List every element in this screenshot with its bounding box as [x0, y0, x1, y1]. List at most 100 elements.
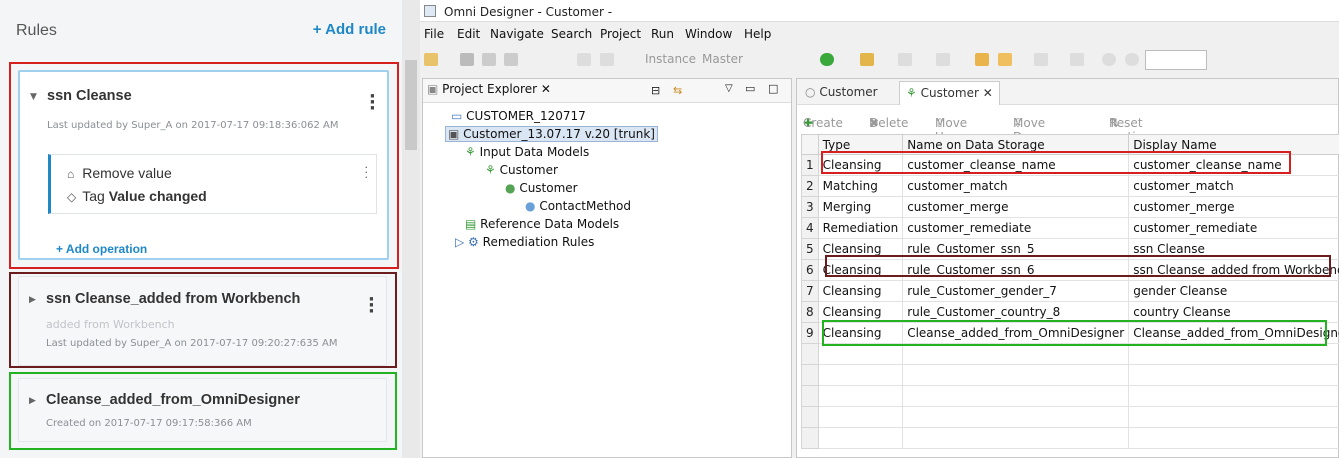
rules-panel: Rules + Add rule ▼ ssn Cleanse · · · Last …: [0, 0, 404, 458]
tree-item-remediation-rules[interactable]: ▷ ⚙ Remediation Rules: [455, 235, 594, 249]
scrollbar-thumb[interactable]: [405, 60, 417, 150]
table-row[interactable]: 2 Matching customer_match customer_match: [801, 175, 1339, 197]
wand-icon[interactable]: [860, 53, 874, 66]
menu-window[interactable]: Window: [685, 27, 732, 41]
run-icon[interactable]: [600, 53, 614, 66]
back-icon[interactable]: [998, 53, 1012, 66]
tree-item-customer-120717[interactable]: ▭ CUSTOMER_120717: [451, 109, 586, 123]
empty-cell: [801, 364, 819, 386]
minimize-icon[interactable]: ▭: [745, 82, 755, 95]
menu-edit[interactable]: Edit: [457, 27, 480, 41]
run-green-icon[interactable]: [820, 53, 834, 66]
highlight-box-brown: [825, 255, 1331, 277]
empty-cell: [801, 343, 819, 365]
window-title: Omni Designer - Customer -: [444, 5, 613, 19]
cell-display[interactable]: customer_remediate: [1128, 217, 1339, 239]
cell-name[interactable]: customer_merge: [902, 196, 1130, 218]
empty-cell: [902, 406, 1130, 428]
prev-annotation-icon[interactable]: [936, 53, 950, 66]
row-number: 9: [801, 322, 819, 344]
save-icon[interactable]: [460, 53, 474, 66]
empty-cell: [817, 406, 904, 428]
collapse-all-icon[interactable]: ⊟: [651, 84, 660, 97]
tab-customer-rules[interactable]: ⚘ Customer ✕: [899, 81, 1000, 105]
add-rule-button[interactable]: + Add rule: [313, 21, 386, 38]
table-row[interactable]: 3 Merging customer_merge customer_merge: [801, 196, 1339, 218]
tree-item-contactmethod[interactable]: ● ContactMethod: [525, 199, 631, 213]
cell-type[interactable]: Remediation: [817, 217, 904, 239]
entity-icon: ●: [505, 181, 516, 195]
menu-project[interactable]: Project: [600, 27, 641, 41]
menu-help[interactable]: Help: [744, 27, 771, 41]
new-icon[interactable]: [424, 53, 438, 66]
table-row[interactable]: 4 Remediation customer_remediate customer_r…: [801, 217, 1339, 239]
cell-name[interactable]: customer_remediate: [902, 217, 1130, 239]
cell-name[interactable]: rule_Customer_gender_7: [902, 280, 1130, 302]
empty-cell: [902, 364, 1130, 386]
highlight-box-green: [822, 320, 1327, 346]
empty-row: [801, 364, 1339, 386]
save-all-icon[interactable]: [482, 53, 496, 66]
row-number: 2: [801, 175, 819, 197]
menu-search[interactable]: Search: [551, 27, 592, 41]
circle-icon: ○: [805, 85, 816, 99]
last-edit-icon[interactable]: [975, 53, 989, 66]
model-icon: ⚘: [906, 86, 917, 100]
print-icon[interactable]: [504, 53, 518, 66]
designer-window: Omni Designer - Customer - File Edit Nav…: [420, 0, 1339, 458]
eraser-icon[interactable]: [577, 53, 591, 66]
empty-row: [801, 406, 1339, 428]
tab-customer[interactable]: ○ Customer: [805, 85, 878, 99]
editor-actions: ✚ Create ✖ Delete ⇧ Move Up ⇩ Move Down …: [803, 116, 1151, 144]
scrollbar[interactable]: [402, 0, 420, 458]
row-number-header: [801, 134, 819, 155]
empty-cell: [1128, 427, 1339, 449]
empty-cell: [1128, 343, 1339, 365]
cell-display[interactable]: customer_merge: [1128, 196, 1339, 218]
zoom-select[interactable]: [1145, 50, 1207, 70]
tree-item-input-data-models[interactable]: ⚘ Input Data Models: [465, 145, 589, 159]
row-number: 1: [801, 154, 819, 176]
instance-button[interactable]: Instance: [645, 52, 696, 66]
row-number: 4: [801, 217, 819, 239]
tree-item-customer-trunk[interactable]: ▣ Customer_13.07.17 v.20 [trunk]: [445, 126, 658, 142]
row-number: 6: [801, 259, 819, 281]
cell-type[interactable]: Cleansing: [817, 280, 904, 302]
editor-tabs: ○ Customer ⚘ Customer ✕: [797, 79, 1338, 105]
tree-item-customer-entity[interactable]: ● Customer: [505, 181, 578, 195]
cell-display[interactable]: customer_match: [1128, 175, 1339, 197]
zoom-in-icon[interactable]: [1125, 53, 1139, 66]
menu-file[interactable]: File: [424, 27, 444, 41]
empty-cell: [801, 385, 819, 407]
reference-icon: ▤: [465, 217, 477, 231]
empty-cell: [801, 406, 819, 428]
next-annotation-icon[interactable]: [898, 53, 912, 66]
cell-type[interactable]: Matching: [817, 175, 904, 197]
menu-run[interactable]: Run: [651, 27, 674, 41]
master-button[interactable]: Master: [702, 52, 743, 66]
cell-type[interactable]: Merging: [817, 196, 904, 218]
empty-cell: [1128, 385, 1339, 407]
highlight-box-brown: [9, 272, 397, 368]
empty-cell: [817, 427, 904, 449]
close-icon[interactable]: ✕: [983, 86, 993, 100]
row-number: 3: [801, 196, 819, 218]
empty-cell: [1128, 364, 1339, 386]
row-number: 8: [801, 301, 819, 323]
cell-name[interactable]: customer_match: [902, 175, 1130, 197]
menu-navigate[interactable]: Navigate: [490, 27, 544, 41]
tree-item-customer-model[interactable]: ⚘ Customer: [485, 163, 558, 177]
view-menu-icon[interactable]: ▽: [725, 83, 733, 94]
close-icon[interactable]: ✕: [541, 82, 551, 96]
tab-project-explorer[interactable]: ▣ Project Explorer ✕: [427, 82, 551, 96]
link-editor-icon[interactable]: ⇆: [673, 84, 682, 97]
zoom-out-icon[interactable]: [1102, 53, 1116, 66]
table-row[interactable]: 7 Cleansing rule_Customer_gender_7 gender C…: [801, 280, 1339, 302]
toolbar: Instance Master: [420, 47, 1339, 73]
pin-icon[interactable]: [1070, 53, 1084, 66]
empty-cell: [817, 364, 904, 386]
forward-icon[interactable]: [1034, 53, 1048, 66]
tree-item-reference-data-models[interactable]: ▤ Reference Data Models: [465, 217, 619, 231]
maximize-icon[interactable]: □: [768, 82, 778, 95]
cell-display[interactable]: gender Cleanse: [1128, 280, 1339, 302]
